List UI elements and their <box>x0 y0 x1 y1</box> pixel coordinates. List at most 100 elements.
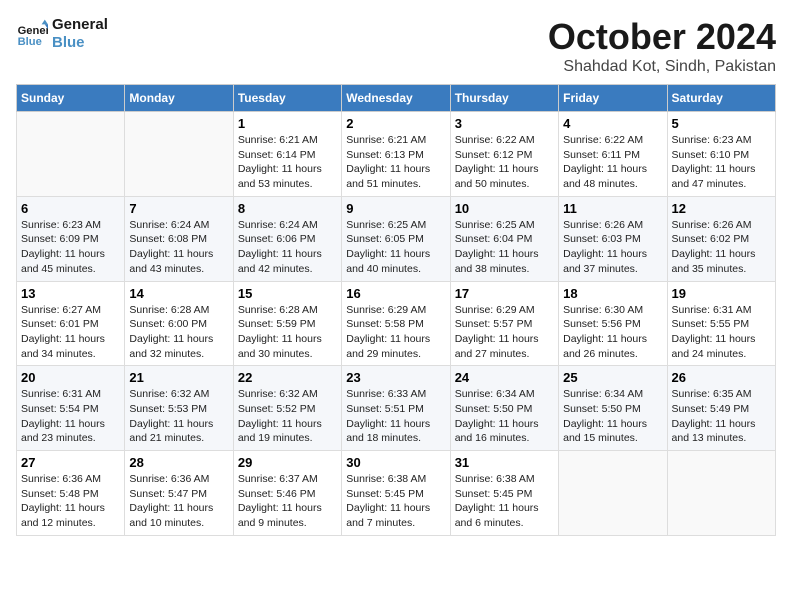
day-number: 10 <box>455 201 554 216</box>
day-number: 12 <box>672 201 771 216</box>
day-number: 2 <box>346 116 445 131</box>
day-number: 16 <box>346 286 445 301</box>
page-header: General Blue General Blue October 2024 S… <box>16 16 776 76</box>
day-info: Sunrise: 6:23 AM Sunset: 6:09 PM Dayligh… <box>21 218 120 277</box>
calendar-cell: 19 Sunrise: 6:31 AM Sunset: 5:55 PM Dayli… <box>667 281 775 366</box>
weekday-header: Saturday <box>667 85 775 112</box>
day-number: 27 <box>21 455 120 470</box>
calendar-cell: 12 Sunrise: 6:26 AM Sunset: 6:02 PM Dayli… <box>667 196 775 281</box>
day-number: 8 <box>238 201 337 216</box>
day-number: 14 <box>129 286 228 301</box>
day-number: 23 <box>346 370 445 385</box>
calendar-cell: 2 Sunrise: 6:21 AM Sunset: 6:13 PM Daylig… <box>342 112 450 197</box>
day-info: Sunrise: 6:22 AM Sunset: 6:12 PM Dayligh… <box>455 133 554 192</box>
weekday-header: Wednesday <box>342 85 450 112</box>
weekday-header: Monday <box>125 85 233 112</box>
day-info: Sunrise: 6:23 AM Sunset: 6:10 PM Dayligh… <box>672 133 771 192</box>
day-info: Sunrise: 6:22 AM Sunset: 6:11 PM Dayligh… <box>563 133 662 192</box>
day-info: Sunrise: 6:25 AM Sunset: 6:05 PM Dayligh… <box>346 218 445 277</box>
calendar-cell: 31 Sunrise: 6:38 AM Sunset: 5:45 PM Dayli… <box>450 451 558 536</box>
day-info: Sunrise: 6:33 AM Sunset: 5:51 PM Dayligh… <box>346 387 445 446</box>
day-info: Sunrise: 6:32 AM Sunset: 5:52 PM Dayligh… <box>238 387 337 446</box>
day-number: 21 <box>129 370 228 385</box>
title-block: October 2024 Shahdad Kot, Sindh, Pakista… <box>548 16 776 76</box>
day-number: 15 <box>238 286 337 301</box>
calendar-cell: 24Sunrise: 6:34 AM Sunset: 5:50 PM Dayli… <box>450 366 558 451</box>
day-number: 29 <box>238 455 337 470</box>
svg-text:General: General <box>18 25 48 37</box>
calendar-week: 13 Sunrise: 6:27 AM Sunset: 6:01 PM Dayli… <box>17 281 776 366</box>
calendar-cell: 6Sunrise: 6:23 AM Sunset: 6:09 PM Daylig… <box>17 196 125 281</box>
calendar-cell <box>559 451 667 536</box>
day-info: Sunrise: 6:29 AM Sunset: 5:57 PM Dayligh… <box>455 303 554 362</box>
calendar-week: 27 Sunrise: 6:36 AM Sunset: 5:48 PM Dayli… <box>17 451 776 536</box>
location-title: Shahdad Kot, Sindh, Pakistan <box>548 58 776 76</box>
day-info: Sunrise: 6:31 AM Sunset: 5:55 PM Dayligh… <box>672 303 771 362</box>
calendar-cell: 26Sunrise: 6:35 AM Sunset: 5:49 PM Dayli… <box>667 366 775 451</box>
calendar-cell: 4 Sunrise: 6:22 AM Sunset: 6:11 PM Daylig… <box>559 112 667 197</box>
svg-text:Blue: Blue <box>18 36 42 48</box>
day-number: 11 <box>563 201 662 216</box>
day-number: 3 <box>455 116 554 131</box>
day-info: Sunrise: 6:35 AM Sunset: 5:49 PM Dayligh… <box>672 387 771 446</box>
calendar-cell: 11 Sunrise: 6:26 AM Sunset: 6:03 PM Dayli… <box>559 196 667 281</box>
calendar-cell: 8Sunrise: 6:24 AM Sunset: 6:06 PM Daylig… <box>233 196 341 281</box>
day-info: Sunrise: 6:24 AM Sunset: 6:08 PM Dayligh… <box>129 218 228 277</box>
calendar-cell: 13 Sunrise: 6:27 AM Sunset: 6:01 PM Dayli… <box>17 281 125 366</box>
calendar-week: 20 Sunrise: 6:31 AM Sunset: 5:54 PM Dayli… <box>17 366 776 451</box>
day-number: 13 <box>21 286 120 301</box>
calendar-cell: 23 Sunrise: 6:33 AM Sunset: 5:51 PM Dayli… <box>342 366 450 451</box>
day-info: Sunrise: 6:37 AM Sunset: 5:46 PM Dayligh… <box>238 472 337 531</box>
calendar-week: 6Sunrise: 6:23 AM Sunset: 6:09 PM Daylig… <box>17 196 776 281</box>
weekday-header: Sunday <box>17 85 125 112</box>
logo-icon: General Blue <box>16 18 48 50</box>
calendar-cell: 25Sunrise: 6:34 AM Sunset: 5:50 PM Dayli… <box>559 366 667 451</box>
day-number: 30 <box>346 455 445 470</box>
day-info: Sunrise: 6:29 AM Sunset: 5:58 PM Dayligh… <box>346 303 445 362</box>
logo: General Blue General Blue <box>16 16 108 52</box>
calendar-cell: 14 Sunrise: 6:28 AM Sunset: 6:00 PM Dayli… <box>125 281 233 366</box>
weekday-header: Tuesday <box>233 85 341 112</box>
month-title: October 2024 <box>548 16 776 58</box>
logo-text-general: General <box>52 16 108 34</box>
day-info: Sunrise: 6:28 AM Sunset: 6:00 PM Dayligh… <box>129 303 228 362</box>
day-info: Sunrise: 6:32 AM Sunset: 5:53 PM Dayligh… <box>129 387 228 446</box>
weekday-header: Thursday <box>450 85 558 112</box>
calendar-cell: 16 Sunrise: 6:29 AM Sunset: 5:58 PM Dayli… <box>342 281 450 366</box>
day-number: 1 <box>238 116 337 131</box>
logo-text-blue: Blue <box>52 34 108 52</box>
calendar-cell: 5 Sunrise: 6:23 AM Sunset: 6:10 PM Daylig… <box>667 112 775 197</box>
calendar-cell: 20 Sunrise: 6:31 AM Sunset: 5:54 PM Dayli… <box>17 366 125 451</box>
day-info: Sunrise: 6:34 AM Sunset: 5:50 PM Dayligh… <box>455 387 554 446</box>
day-number: 31 <box>455 455 554 470</box>
day-info: Sunrise: 6:21 AM Sunset: 6:13 PM Dayligh… <box>346 133 445 192</box>
day-info: Sunrise: 6:30 AM Sunset: 5:56 PM Dayligh… <box>563 303 662 362</box>
calendar-cell: 3 Sunrise: 6:22 AM Sunset: 6:12 PM Daylig… <box>450 112 558 197</box>
day-info: Sunrise: 6:25 AM Sunset: 6:04 PM Dayligh… <box>455 218 554 277</box>
day-number: 9 <box>346 201 445 216</box>
day-number: 25 <box>563 370 662 385</box>
day-number: 19 <box>672 286 771 301</box>
day-info: Sunrise: 6:38 AM Sunset: 5:45 PM Dayligh… <box>455 472 554 531</box>
calendar-cell: 17 Sunrise: 6:29 AM Sunset: 5:57 PM Dayli… <box>450 281 558 366</box>
calendar-cell: 28Sunrise: 6:36 AM Sunset: 5:47 PM Dayli… <box>125 451 233 536</box>
calendar-cell: 15Sunrise: 6:28 AM Sunset: 5:59 PM Dayli… <box>233 281 341 366</box>
day-number: 5 <box>672 116 771 131</box>
calendar-cell: 10 Sunrise: 6:25 AM Sunset: 6:04 PM Dayli… <box>450 196 558 281</box>
day-info: Sunrise: 6:31 AM Sunset: 5:54 PM Dayligh… <box>21 387 120 446</box>
calendar-cell: 18Sunrise: 6:30 AM Sunset: 5:56 PM Dayli… <box>559 281 667 366</box>
day-info: Sunrise: 6:27 AM Sunset: 6:01 PM Dayligh… <box>21 303 120 362</box>
day-info: Sunrise: 6:26 AM Sunset: 6:02 PM Dayligh… <box>672 218 771 277</box>
day-info: Sunrise: 6:36 AM Sunset: 5:48 PM Dayligh… <box>21 472 120 531</box>
day-number: 4 <box>563 116 662 131</box>
day-number: 17 <box>455 286 554 301</box>
calendar-cell: 1Sunrise: 6:21 AM Sunset: 6:14 PM Daylig… <box>233 112 341 197</box>
day-number: 20 <box>21 370 120 385</box>
day-number: 28 <box>129 455 228 470</box>
calendar-table: SundayMondayTuesdayWednesdayThursdayFrid… <box>16 84 776 536</box>
calendar-cell: 21 Sunrise: 6:32 AM Sunset: 5:53 PM Dayli… <box>125 366 233 451</box>
day-number: 22 <box>238 370 337 385</box>
day-info: Sunrise: 6:26 AM Sunset: 6:03 PM Dayligh… <box>563 218 662 277</box>
calendar-cell <box>17 112 125 197</box>
calendar-cell: 30Sunrise: 6:38 AM Sunset: 5:45 PM Dayli… <box>342 451 450 536</box>
